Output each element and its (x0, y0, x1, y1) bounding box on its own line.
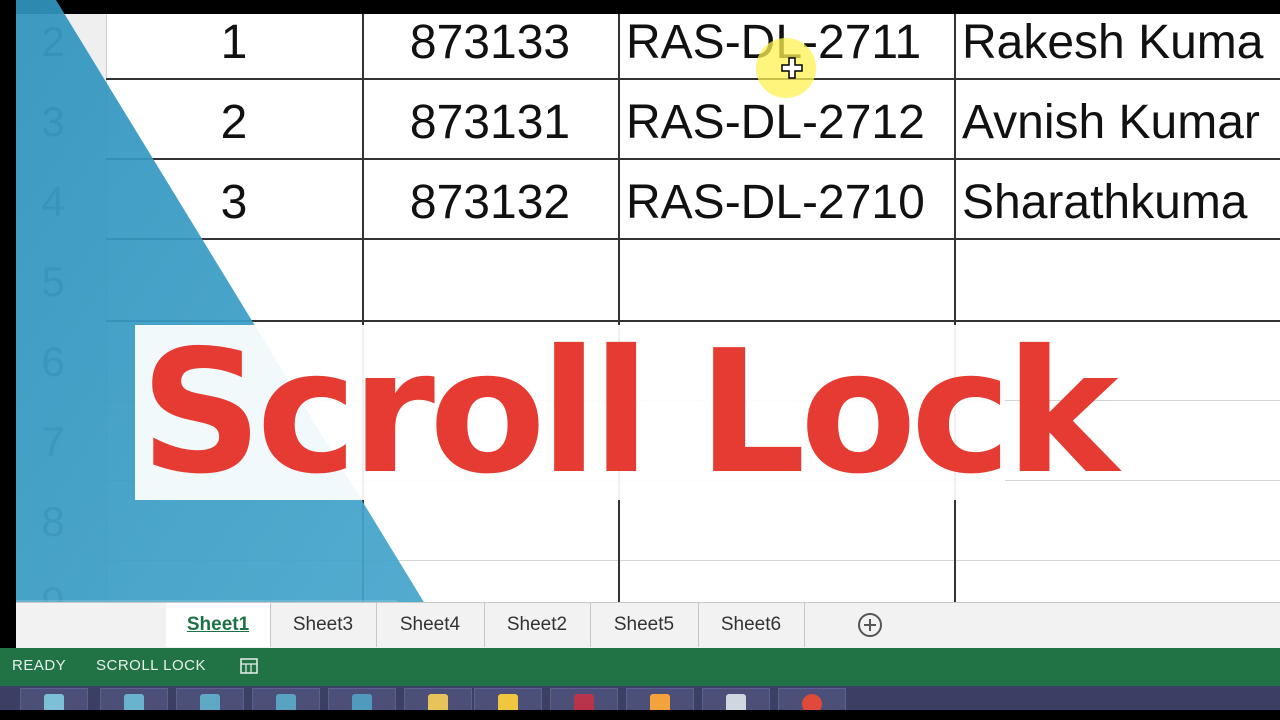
cell-name-1[interactable]: Rakesh Kuma (954, 14, 1280, 94)
cell-code-3[interactable]: RAS-DL-2710 (618, 174, 954, 254)
sheet-tab-bar: Sheet1 Sheet3 Sheet4 Sheet2 Sheet5 Sheet… (16, 602, 1280, 649)
cell-id-1[interactable]: 873133 (362, 14, 618, 94)
plus-circle-icon[interactable] (856, 611, 884, 639)
cell-select-cursor-icon (781, 57, 803, 79)
cell-code-2[interactable]: RAS-DL-2712 (618, 94, 954, 174)
status-ready: READY (12, 657, 67, 674)
tab-sheet6[interactable]: Sheet6 (698, 603, 805, 647)
cell-id-2[interactable]: 873131 (362, 94, 618, 174)
cell-sno-2[interactable]: 2 (106, 94, 362, 174)
cell-sno-1[interactable]: 1 (106, 14, 362, 94)
spreadsheet-area[interactable]: 2 3 4 5 6 7 8 9 1 873133 RAS-DL-2711 Rak… (16, 14, 1280, 602)
row-header-6[interactable]: 6 (16, 322, 90, 402)
row-header-3[interactable]: 3 (16, 82, 90, 162)
tab-sheet2[interactable]: Sheet2 (484, 603, 591, 647)
status-bar: READY SCROLL LOCK (0, 648, 1280, 686)
gridline (106, 560, 1280, 561)
macro-record-icon[interactable] (240, 657, 258, 675)
row-header-column: 2 3 4 5 6 7 8 9 (16, 14, 107, 602)
row-header-5[interactable]: 5 (16, 242, 90, 322)
overlay-title: Scroll Lock (140, 314, 1119, 512)
top-black-strip (0, 0, 1280, 14)
row-header-2[interactable]: 2 (16, 14, 90, 82)
status-scroll-lock: SCROLL LOCK (96, 657, 206, 674)
tab-sheet3[interactable]: Sheet3 (270, 603, 377, 647)
row-header-4[interactable]: 4 (16, 162, 90, 242)
cell-sno-3[interactable]: 3 (106, 174, 362, 254)
tab-sheet5[interactable]: Sheet5 (590, 603, 699, 647)
cell-name-2[interactable]: Avnish Kumar (954, 94, 1280, 174)
cell-name-3[interactable]: Sharathkuma (954, 174, 1280, 254)
row-header-8[interactable]: 8 (16, 482, 90, 562)
row-header-7[interactable]: 7 (16, 402, 90, 482)
cell-grid: 1 873133 RAS-DL-2711 Rakesh Kuma 2 87313… (106, 14, 1280, 602)
cell-id-3[interactable]: 873132 (362, 174, 618, 254)
tab-sheet4[interactable]: Sheet4 (376, 603, 485, 647)
tab-sheet1[interactable]: Sheet1 (166, 603, 271, 647)
bottom-black-strip (0, 710, 1280, 720)
row-header-9[interactable]: 9 (16, 562, 90, 602)
